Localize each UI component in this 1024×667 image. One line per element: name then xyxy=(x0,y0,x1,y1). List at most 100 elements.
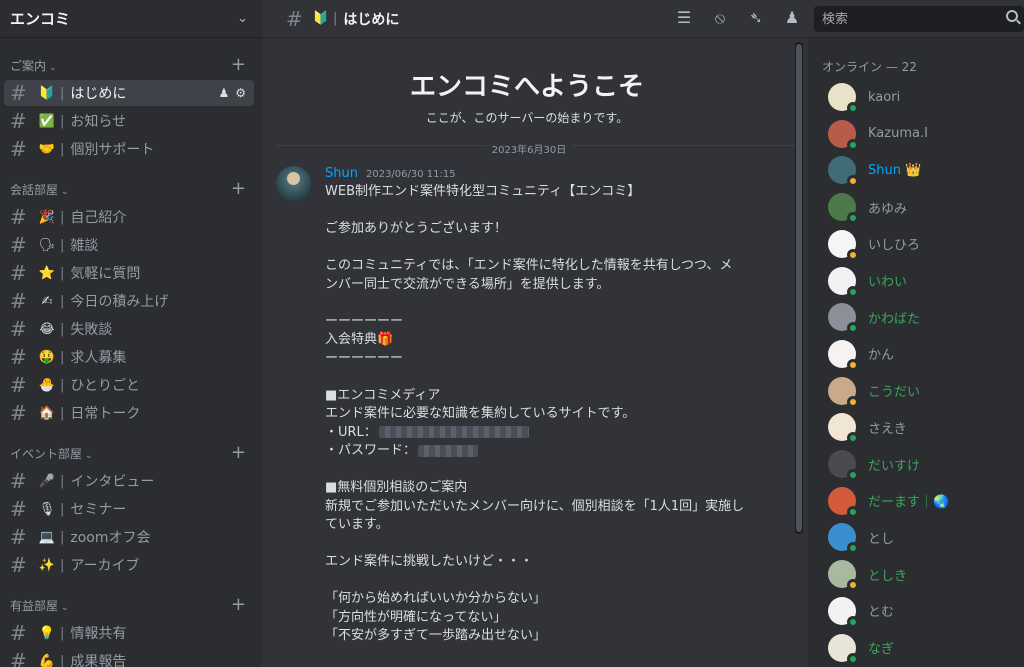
message-line: 「不安が多すぎて一歩踏み出せない」 xyxy=(325,628,547,643)
channel-item[interactable]: # 🤑 | 求人募集 xyxy=(4,344,254,370)
mute-bell-icon[interactable]: ⦸ xyxy=(710,8,730,28)
header-tools: ☰ ⦸ ➴ ♟ xyxy=(674,8,802,28)
avatar[interactable] xyxy=(828,486,859,518)
member-item[interactable]: さえき xyxy=(828,411,907,445)
avatar[interactable] xyxy=(828,303,859,335)
channel-item[interactable]: # 💻 | zoomオフ会 xyxy=(4,524,254,550)
channel-item[interactable]: # 🎉 | 自己紹介 xyxy=(4,204,254,230)
member-item[interactable]: としき xyxy=(828,558,907,592)
channel-item[interactable]: # ⭐ | 気軽に質問 xyxy=(4,260,254,286)
member-item[interactable]: かん xyxy=(828,338,894,371)
channel-item[interactable]: # 🏠 | 日常トーク xyxy=(4,400,254,426)
avatar[interactable] xyxy=(276,166,311,201)
server-header[interactable]: エンコミ ⌄ xyxy=(0,0,262,38)
add-channel-icon[interactable]: + xyxy=(231,596,246,614)
member-item[interactable]: かわばた xyxy=(828,301,920,335)
category-header[interactable]: イベント部屋 ⌄ + xyxy=(0,440,262,466)
pin-icon[interactable]: ➴ xyxy=(746,8,766,28)
channel-label: 気軽に質問 xyxy=(70,266,141,282)
message-line: ご参加ありがとうございます！ xyxy=(325,221,508,236)
member-item[interactable]: Kazuma.I xyxy=(828,118,928,151)
avatar[interactable] xyxy=(828,413,859,445)
channel-item[interactable]: # 🔰 | はじめに ♟ ⚙ xyxy=(4,80,254,106)
add-channel-icon[interactable]: + xyxy=(231,180,246,198)
gear-icon[interactable]: ⚙ xyxy=(235,86,246,100)
avatar[interactable] xyxy=(828,633,859,665)
status-indicator xyxy=(847,579,859,592)
channel-emoji: ✅ xyxy=(38,113,56,129)
member-item[interactable]: だーます｜🌏 xyxy=(828,485,949,518)
channel-item[interactable]: # ✨ | アーカイブ xyxy=(4,552,254,578)
member-item[interactable]: なぎ xyxy=(828,632,894,665)
add-channel-icon[interactable]: + xyxy=(231,56,246,74)
hash-icon: # xyxy=(10,233,27,257)
separator: | xyxy=(60,473,65,489)
avatar[interactable] xyxy=(828,523,859,555)
search-input[interactable] xyxy=(822,11,992,27)
channel-item[interactable]: # 💡 | 情報共有 xyxy=(4,620,254,646)
category-header[interactable]: 会話部屋 ⌄ + xyxy=(0,176,262,202)
message-line: ーーーーーー xyxy=(325,350,404,366)
channel-emoji: 🔰 xyxy=(312,11,329,26)
avatar[interactable] xyxy=(828,596,859,628)
member-item[interactable]: とむ xyxy=(828,595,894,628)
channel-list: ご案内 ⌄ + # 🔰 | はじめに ♟ ⚙ # ✅ | お知らせ # 🤝 | 個別… xyxy=(0,52,262,667)
avatar[interactable] xyxy=(828,376,859,408)
member-item[interactable]: あゆみ xyxy=(828,191,907,225)
hash-icon: # xyxy=(10,261,27,285)
member-item[interactable]: いわい xyxy=(828,265,907,298)
channel-item[interactable]: # 🤝 | 個別サポート xyxy=(4,136,254,162)
avatar[interactable] xyxy=(828,450,859,481)
search-box[interactable] xyxy=(814,6,1024,32)
member-item[interactable]: kaori xyxy=(828,81,900,114)
channel-item[interactable]: # ✍ | 今日の積み上げ xyxy=(4,288,254,314)
avatar[interactable] xyxy=(828,156,859,188)
threads-icon[interactable]: ☰ xyxy=(674,8,694,28)
avatar[interactable] xyxy=(828,339,859,371)
hash-icon: # xyxy=(10,469,27,493)
message-line xyxy=(325,535,775,554)
message-line: ーーーーーー xyxy=(325,313,404,329)
channel-item[interactable]: # 😂 | 失敗談 xyxy=(4,316,254,342)
channel-item[interactable]: # 🎤 | インタビュー xyxy=(4,468,254,494)
member-item[interactable]: Shun 👑 xyxy=(828,154,922,188)
member-name: Shun 👑 xyxy=(868,162,922,178)
scrollbar-thumb[interactable] xyxy=(796,44,802,532)
separator: | xyxy=(60,209,65,225)
channel-item[interactable]: # 💪 | 成果報告 xyxy=(4,648,254,667)
hash-icon: # xyxy=(10,205,27,229)
add-channel-icon[interactable]: + xyxy=(231,444,246,462)
avatar[interactable] xyxy=(828,560,859,592)
category-header[interactable]: ご案内 ⌄ + xyxy=(0,52,262,78)
category-label: ご案内 xyxy=(10,58,47,73)
member-item[interactable]: とし xyxy=(828,521,894,555)
hash-icon: # xyxy=(10,525,27,549)
status-indicator xyxy=(847,432,859,445)
channel-emoji: 💡 xyxy=(38,625,56,641)
avatar[interactable] xyxy=(828,83,859,114)
hash-icon: # xyxy=(10,553,27,577)
members-icon[interactable]: ♟ xyxy=(782,8,802,28)
member-item[interactable]: こうだい xyxy=(828,375,920,408)
search-icon[interactable] xyxy=(1006,10,1018,22)
member-item[interactable]: だいすけ xyxy=(828,448,920,481)
category-header[interactable]: 有益部屋 ⌄ + xyxy=(0,592,262,618)
channel-title: はじめに xyxy=(343,11,400,28)
message-author[interactable]: Shun xyxy=(325,166,358,181)
hash-icon: # xyxy=(10,401,27,425)
avatar[interactable] xyxy=(828,119,859,151)
avatar[interactable] xyxy=(828,266,859,298)
member-item[interactable]: いしひろ xyxy=(828,228,920,261)
channel-item[interactable]: # 🗣 | 雑談 xyxy=(4,232,254,258)
channel-item[interactable]: # 🎙 | セミナー xyxy=(4,496,254,522)
invite-icon[interactable]: ♟ xyxy=(218,86,229,100)
avatar[interactable] xyxy=(828,229,859,261)
chevron-down-icon[interactable]: ⌄ xyxy=(237,11,248,26)
channel-item[interactable]: # ✅ | お知らせ xyxy=(4,108,254,134)
channel-item[interactable]: # 🐣 | ひとりごと xyxy=(4,372,254,398)
channel-label: 成果報告 xyxy=(70,654,127,667)
avatar[interactable] xyxy=(828,193,859,225)
channel-emoji: 🤝 xyxy=(38,141,56,157)
hash-icon: # xyxy=(10,109,27,133)
separator: | xyxy=(60,529,65,545)
